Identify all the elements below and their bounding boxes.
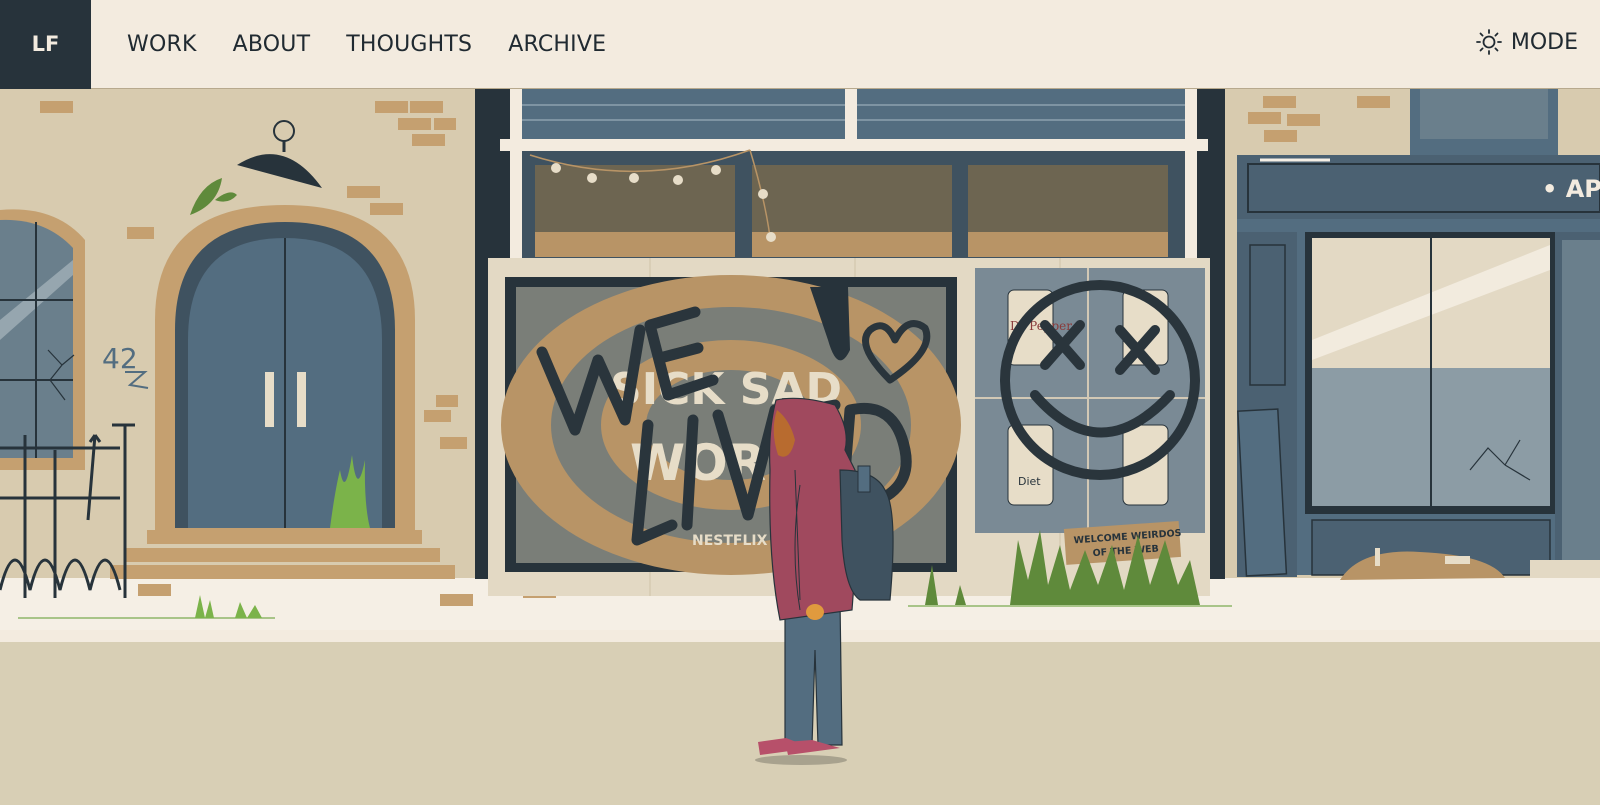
shop-sign: • AP bbox=[1542, 175, 1600, 203]
nav-link-work[interactable]: WORK bbox=[127, 32, 197, 57]
primary-nav: WORK ABOUT THOUGHTS ARCHIVE bbox=[127, 32, 606, 57]
right-shop: • AP bbox=[1237, 89, 1600, 580]
poster-brand: NESTFLIX bbox=[692, 533, 768, 549]
can-label: Diet bbox=[1018, 475, 1041, 488]
mode-toggle-button[interactable]: MODE bbox=[1475, 28, 1578, 56]
nav-link-thoughts[interactable]: THOUGHTS bbox=[346, 32, 472, 57]
sun-icon bbox=[1475, 29, 1502, 55]
site-logo[interactable]: LF bbox=[0, 0, 91, 89]
nav-link-archive[interactable]: ARCHIVE bbox=[508, 32, 606, 57]
house-number: 42 bbox=[102, 342, 138, 375]
left-window bbox=[0, 209, 85, 470]
nav-link-about[interactable]: ABOUT bbox=[233, 32, 311, 57]
mode-label: MODE bbox=[1510, 29, 1578, 55]
top-navbar: LF WORK ABOUT THOUGHTS ARCHIVE MODE bbox=[0, 0, 1600, 89]
street-scene-illustration: 42 SICK SAD WORLD NESTFLIX Dr Pepper Die… bbox=[0, 89, 1600, 805]
